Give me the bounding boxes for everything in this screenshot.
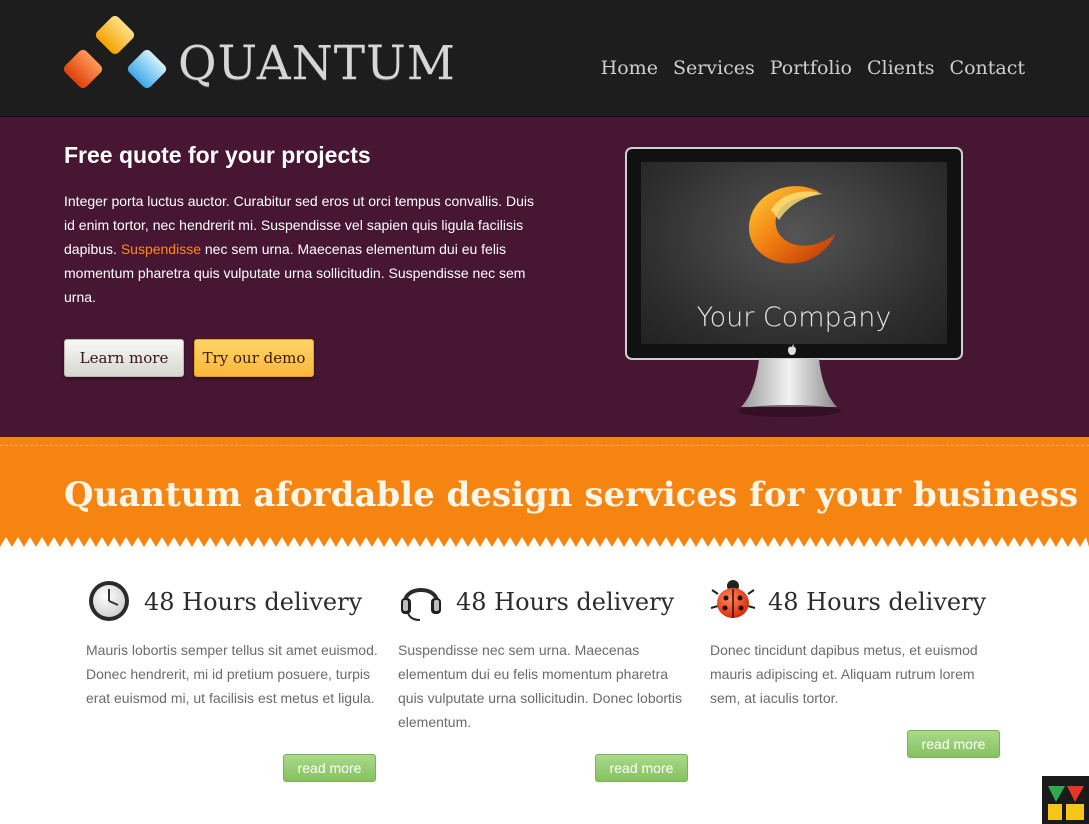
learn-more-button[interactable]: Learn more <box>64 339 184 377</box>
feature-text: Donec tincidunt dapibus metus, et euismo… <box>710 642 978 706</box>
monitor-illustration: Your Company <box>625 147 963 422</box>
banner-stitch-divider <box>0 445 1089 446</box>
monitor-frame: Your Company <box>625 147 963 360</box>
feature-column: 48 Hours delivery Mauris lobortis semper… <box>86 576 386 786</box>
read-more-button[interactable]: read more <box>907 730 1000 758</box>
nav-clients[interactable]: Clients <box>867 56 935 80</box>
hero-title: Free quote for your projects <box>64 142 371 168</box>
read-more-button[interactable]: read more <box>595 754 688 782</box>
nav-services[interactable]: Services <box>673 56 755 80</box>
company-logo-icon <box>749 186 835 264</box>
apple-icon <box>788 344 796 355</box>
feature-text: Mauris lobortis semper tellus sit amet e… <box>86 642 378 706</box>
nav-portfolio[interactable]: Portfolio <box>770 56 852 80</box>
ladybug-icon <box>710 580 756 618</box>
clock-icon <box>89 581 129 621</box>
services-banner: Quantum afordable design services for yo… <box>0 437 1089 547</box>
main-nav: Home Services Portfolio Clients Contact <box>601 56 1025 80</box>
monitor-stand <box>737 359 841 417</box>
nav-contact[interactable]: Contact <box>950 56 1025 80</box>
monitor-screen: Your Company <box>641 162 947 344</box>
try-demo-button[interactable]: Try our demo <box>194 339 314 377</box>
site-header: QUANTUM Home Services Portfolio Clients … <box>0 0 1089 117</box>
hero-inline-link[interactable]: Suspendisse <box>121 241 201 257</box>
feature-column: 48 Hours delivery Suspendisse nec sem ur… <box>398 576 698 786</box>
banner-zigzag-edge <box>0 537 1089 547</box>
feature-title: 48 Hours delivery <box>144 588 363 616</box>
feature-text: Suspendisse nec sem urna. Maecenas eleme… <box>398 642 683 730</box>
logo[interactable]: QUANTUM <box>62 14 455 94</box>
nav-home[interactable]: Home <box>601 56 658 80</box>
logo-diamonds-icon <box>63 15 167 89</box>
monitor-caption: Your Company <box>696 302 892 333</box>
feature-title: 48 Hours delivery <box>768 588 987 616</box>
hero-text: Integer porta luctus auctor. Curabitur s… <box>64 189 544 309</box>
hero-section: Free quote for your projects Integer por… <box>0 117 1089 437</box>
feature-column: 48 Hours delivery Donec tincidunt dapibu… <box>710 576 1010 786</box>
banner-title: Quantum afordable design services for yo… <box>64 475 1079 515</box>
read-more-button[interactable]: read more <box>283 754 376 782</box>
headset-icon <box>401 588 441 621</box>
logo-text: QUANTUM <box>178 36 456 91</box>
feature-title: 48 Hours delivery <box>456 588 675 616</box>
corner-badge-icon <box>1042 776 1089 824</box>
